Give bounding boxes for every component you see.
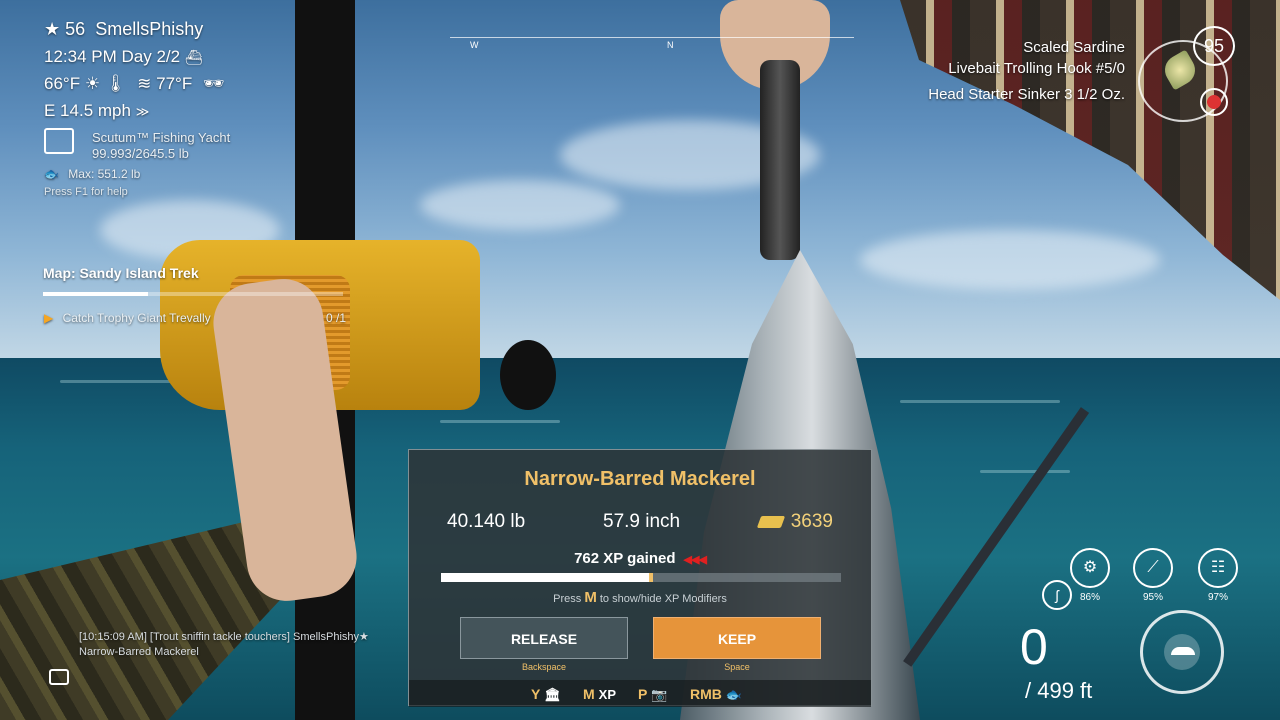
hotkey-label: M bbox=[583, 686, 595, 702]
chat-icon[interactable] bbox=[49, 669, 69, 685]
chat-line-1: [10:15:09 AM] [Trout sniffin tackle touc… bbox=[79, 631, 369, 643]
compass-line bbox=[450, 37, 854, 38]
line-max-value: / 499 ft bbox=[1025, 678, 1093, 703]
max-weight-value: Max: 551.2 lb bbox=[68, 167, 141, 181]
water-temp: 77°F bbox=[156, 74, 193, 93]
xp-text: 762 XP gained bbox=[574, 550, 676, 567]
compass-bar: W N bbox=[450, 37, 854, 51]
help-hint: Press F1 for help bbox=[44, 186, 128, 198]
fish-length: 57.9 inch bbox=[603, 511, 681, 532]
player-level: 56 bbox=[65, 19, 86, 39]
xp-progress-fill bbox=[441, 573, 649, 582]
fish-name: Narrow-Barred Mackerel bbox=[524, 468, 756, 490]
reel-gauge-icon: ⚙ bbox=[1070, 548, 1110, 588]
camera-icon: 📷 bbox=[651, 687, 668, 702]
map-title: Map: Sandy Island Trek bbox=[43, 265, 199, 281]
compass-west: W bbox=[470, 40, 479, 50]
map-progress-fill bbox=[43, 292, 148, 296]
task-arrow-icon: ▶ bbox=[44, 311, 54, 325]
money-amount: 3639 bbox=[790, 511, 833, 532]
release-button[interactable]: RELEASE bbox=[460, 617, 628, 659]
hint-suffix: to show/hide XP Modifiers bbox=[599, 593, 727, 605]
sun-icon: ☀ bbox=[84, 74, 101, 93]
line-gauge-icon: ☷ bbox=[1198, 548, 1238, 588]
fish-gripper bbox=[760, 60, 800, 260]
fish-bait-icon: 🐟 bbox=[725, 687, 743, 702]
wave bbox=[440, 420, 560, 423]
hotkey-xp[interactable]: M XP bbox=[583, 686, 616, 702]
catch-dialog: Narrow-Barred Mackerel 40.140 lb 57.9 in… bbox=[408, 449, 872, 707]
star-icon: ★ bbox=[44, 19, 61, 39]
keep-button[interactable]: KEEP bbox=[653, 617, 821, 659]
boat-name: Scutum™ Fishing Yacht bbox=[92, 130, 231, 145]
sinker-icon bbox=[1200, 88, 1228, 116]
hotkey-museum[interactable]: Y 🏛 bbox=[531, 686, 561, 703]
wave bbox=[900, 400, 1060, 403]
line-gauge-pct: 97% bbox=[1207, 592, 1228, 603]
rod-gauge-pct: 95% bbox=[1142, 592, 1163, 603]
release-key-hint: Backspace bbox=[521, 662, 567, 672]
fish-icon: 🐟 bbox=[44, 167, 59, 181]
drag-dial bbox=[1140, 610, 1224, 694]
map-task: ▶ Catch Trophy Giant Trevally 0 /1 bbox=[44, 311, 346, 325]
ship-icon: ⛴ bbox=[184, 49, 203, 65]
game-day: Day 2/2 bbox=[121, 47, 181, 66]
xp-icon: XP bbox=[598, 687, 617, 702]
hotkey-label: Y bbox=[531, 686, 541, 702]
bait-name: Scaled Sardine bbox=[1023, 39, 1125, 56]
museum-icon: 🏛 bbox=[544, 687, 561, 702]
cloud bbox=[420, 180, 620, 230]
keep-key-hint: Space bbox=[724, 662, 750, 672]
water-icon: ≋ bbox=[137, 74, 152, 93]
wind-icon: ≫ bbox=[135, 104, 150, 119]
task-label: Catch Trophy Giant Trevally bbox=[62, 311, 211, 325]
hotkey-photo[interactable]: P 📷 bbox=[638, 686, 668, 703]
gold-bars-icon bbox=[756, 515, 785, 528]
hotkey-label: RMB bbox=[690, 686, 722, 702]
player-name: SmellsPhishy bbox=[95, 19, 204, 39]
game-time: 12:34 PM bbox=[44, 47, 117, 66]
max-weight: 🐟 Max: 551.2 lb bbox=[44, 167, 140, 181]
fish-weight: 40.140 lb bbox=[447, 511, 526, 532]
dialog-hotkeys: Y 🏛 M XP P 📷 RMB 🐟 bbox=[409, 680, 871, 707]
cooler-icon bbox=[44, 128, 74, 154]
time-info: 12:34 PM Day 2/2 ⛴ bbox=[44, 47, 203, 67]
hook-name: Livebait Trolling Hook #5/0 bbox=[948, 60, 1125, 77]
player-info: ★ 56 SmellsPhishy bbox=[44, 19, 203, 40]
hint-prefix: Press bbox=[553, 593, 582, 605]
hotkey-label: P bbox=[638, 686, 648, 702]
hook-icon: ʃ bbox=[1042, 580, 1072, 610]
boat-capacity: 99.993/2645.5 lb bbox=[92, 146, 189, 161]
bait-count: 95 bbox=[1193, 26, 1235, 66]
wind-info: E 14.5 mph ≫ bbox=[44, 101, 149, 121]
hotkey-bait[interactable]: RMB 🐟 bbox=[690, 686, 742, 703]
sunglasses-icon: 🕶 bbox=[202, 74, 225, 93]
wind-speed: E 14.5 mph bbox=[44, 101, 131, 120]
reel-handle-knob bbox=[500, 340, 556, 410]
fish-value: 3639 bbox=[756, 511, 833, 533]
wave bbox=[980, 470, 1070, 473]
sinker-name: Head Starter Sinker 3 1/2 Oz. bbox=[928, 86, 1125, 103]
reel-gauge-pct: 86% bbox=[1079, 592, 1100, 603]
boat-info: Scutum™ Fishing Yacht 99.993/2645.5 lb bbox=[44, 128, 230, 161]
map-progress-bar bbox=[43, 292, 343, 296]
task-count: 0 /1 bbox=[326, 311, 347, 325]
dial-marker bbox=[1171, 647, 1195, 655]
xp-chevrons-icon: ◀◀◀ bbox=[683, 554, 707, 566]
compass-north: N bbox=[667, 40, 674, 50]
thermometer-icon: 🌡 bbox=[104, 74, 127, 93]
line-out-value: 0 bbox=[1020, 619, 1048, 675]
xp-modifier-hint: Press M to show/hide XP Modifiers bbox=[409, 589, 871, 606]
cloud bbox=[860, 230, 1160, 290]
chat-line-2: Narrow-Barred Mackerel bbox=[79, 646, 199, 658]
temperature-info: 66°F ☀ 🌡 ≋ 77°F 🕶 bbox=[44, 74, 225, 94]
xp-progress-bar bbox=[441, 573, 841, 582]
hint-key: M bbox=[584, 589, 597, 606]
xp-gained: 762 XP gained ◀◀◀ bbox=[409, 550, 871, 567]
air-temp: 66°F bbox=[44, 74, 81, 93]
rod-gauge-icon: ⟋ bbox=[1133, 548, 1173, 588]
xp-progress-marker bbox=[649, 573, 653, 582]
